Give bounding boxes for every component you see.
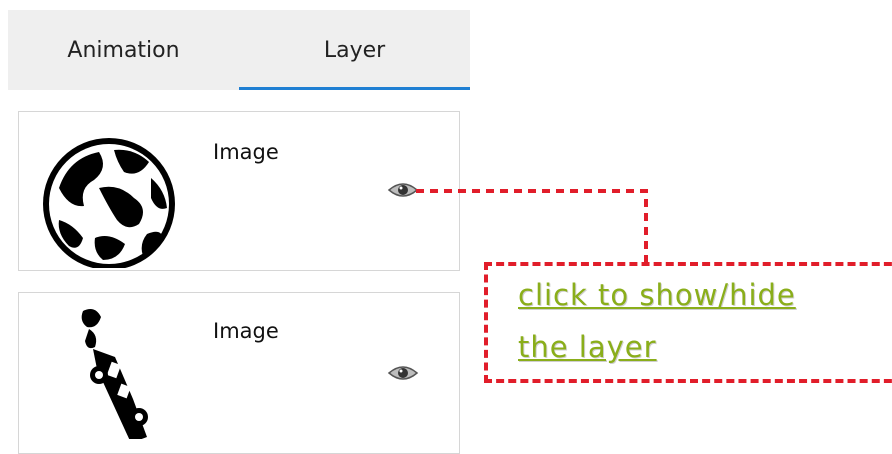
callout-box: click to show/hide the layer — [484, 262, 892, 383]
callout-text-line1: click to show/hide — [518, 278, 796, 312]
callout-text-line2: the layer — [518, 330, 657, 364]
